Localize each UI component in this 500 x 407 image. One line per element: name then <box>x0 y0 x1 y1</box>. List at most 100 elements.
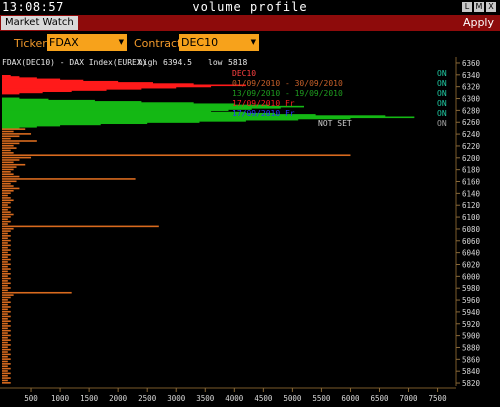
volume-bar <box>2 287 11 289</box>
volume-bar <box>2 208 8 211</box>
price-tick-label: 6220 <box>462 142 481 151</box>
volume-bar <box>2 156 32 159</box>
volume-bar <box>2 201 11 204</box>
price-tick-label: 6060 <box>462 237 481 246</box>
minimize-button[interactable]: M <box>474 2 484 12</box>
high-label: high <box>138 58 157 67</box>
volume-bar <box>2 277 11 280</box>
volume-bar <box>2 263 11 266</box>
volume-bar <box>2 270 8 273</box>
legend-status[interactable]: ON <box>437 109 447 118</box>
volume-bar <box>2 216 11 218</box>
volume-bar <box>2 180 17 183</box>
legend-entry[interactable]: DEC10 <box>232 69 256 78</box>
volume-bar <box>2 322 8 325</box>
volume-bar <box>2 308 8 311</box>
price-tick-label: 6140 <box>462 189 481 198</box>
volume-tick-label: 5000 <box>283 394 302 403</box>
market-watch-tab[interactable]: Market Watch <box>1 16 78 30</box>
parameter-bar: Ticker FDAX ▼ Contract DEC10 ▼ <box>0 31 500 57</box>
volume-tick-label: 4000 <box>225 394 244 403</box>
volume-bar <box>2 363 11 365</box>
volume-bar <box>2 320 11 322</box>
legend-entry[interactable]: 17/09/2010 Fr <box>232 99 295 108</box>
contract-select[interactable]: DEC10 ▼ <box>179 34 259 51</box>
volume-bar <box>2 192 11 194</box>
volume-tick-label: 5500 <box>312 394 331 403</box>
volume-bar <box>2 353 11 356</box>
volume-bar <box>2 135 20 138</box>
volume-bar <box>2 182 11 185</box>
legend-entry[interactable]: 01/09/2010 - 30/09/2010 <box>232 79 343 88</box>
legend-status[interactable]: ON <box>437 99 447 108</box>
volume-bar <box>2 220 11 223</box>
ticker-select[interactable]: FDAX ▼ <box>47 34 127 51</box>
volume-bar <box>2 348 11 351</box>
volume-bar <box>2 327 8 330</box>
price-tick-label: 5820 <box>462 379 481 388</box>
volume-bar <box>2 230 11 232</box>
legend-entry[interactable]: NOT SET <box>318 119 352 128</box>
price-tick-label: 6080 <box>462 225 481 234</box>
price-tick-label: 6040 <box>462 249 481 258</box>
volume-tick-label: 6000 <box>341 394 360 403</box>
legend-status[interactable]: ON <box>437 119 447 128</box>
volume-bar <box>2 204 8 206</box>
volume-bar <box>2 334 11 337</box>
volume-bar <box>2 275 8 277</box>
volume-bar <box>2 265 8 268</box>
volume-bar <box>2 173 14 175</box>
volume-bar <box>2 299 8 301</box>
volume-bar <box>2 310 11 313</box>
price-tick-label: 6100 <box>462 213 481 222</box>
volume-bar <box>2 178 136 180</box>
volume-tick-label: 2500 <box>138 394 157 403</box>
volume-bar <box>2 218 8 221</box>
price-tick-label: 5840 <box>462 367 481 376</box>
legend-status[interactable]: ON <box>437 89 447 98</box>
volume-bar <box>2 140 37 142</box>
volume-bar <box>2 237 8 240</box>
window-title: volume profile <box>192 0 308 14</box>
volume-bar <box>2 268 11 270</box>
title-bar: 13:08:57 volume profile L M X <box>0 0 500 15</box>
price-tick-label: 5920 <box>462 320 481 329</box>
volume-bar <box>2 301 11 304</box>
legend-entry[interactable]: 17/09/2010 Fr <box>232 109 295 118</box>
price-tick-label: 6180 <box>462 166 481 175</box>
volume-bar <box>2 223 8 225</box>
volume-bar <box>2 325 11 327</box>
volume-bar <box>2 168 14 171</box>
volume-bar <box>2 166 17 168</box>
volume-bar <box>2 227 14 230</box>
volume-bar <box>2 313 8 315</box>
legend-status[interactable]: ON <box>437 69 447 78</box>
volume-bar <box>2 367 11 370</box>
volume-bar <box>2 232 8 235</box>
price-tick-label: 6000 <box>462 272 481 281</box>
volume-bar <box>2 341 8 344</box>
volume-bar <box>2 239 11 242</box>
volume-bar <box>2 251 8 254</box>
close-button[interactable]: X <box>486 2 496 12</box>
volume-bar <box>2 372 11 375</box>
volume-bar <box>2 211 11 213</box>
volume-bar <box>2 377 11 379</box>
volume-bar <box>2 289 8 292</box>
volume-bar <box>2 303 8 306</box>
price-tick-label: 6360 <box>462 59 481 68</box>
high-value: 6394.5 <box>163 58 192 67</box>
price-tick-label: 6240 <box>462 130 481 139</box>
legend-entry[interactable]: 13/09/2010 - 19/09/2010 <box>232 89 343 98</box>
volume-tick-label: 1000 <box>51 394 70 403</box>
apply-button[interactable]: Apply <box>463 15 494 31</box>
volume-bar <box>2 142 20 145</box>
contract-label: Contract <box>134 37 182 50</box>
volume-bar <box>2 370 8 372</box>
volume-bar <box>2 206 11 209</box>
volume-bar <box>2 185 14 187</box>
legend-status[interactable]: ON <box>437 79 447 88</box>
volume-tick-label: 1500 <box>80 394 99 403</box>
link-button[interactable]: L <box>462 2 472 12</box>
volume-bar <box>2 133 32 135</box>
